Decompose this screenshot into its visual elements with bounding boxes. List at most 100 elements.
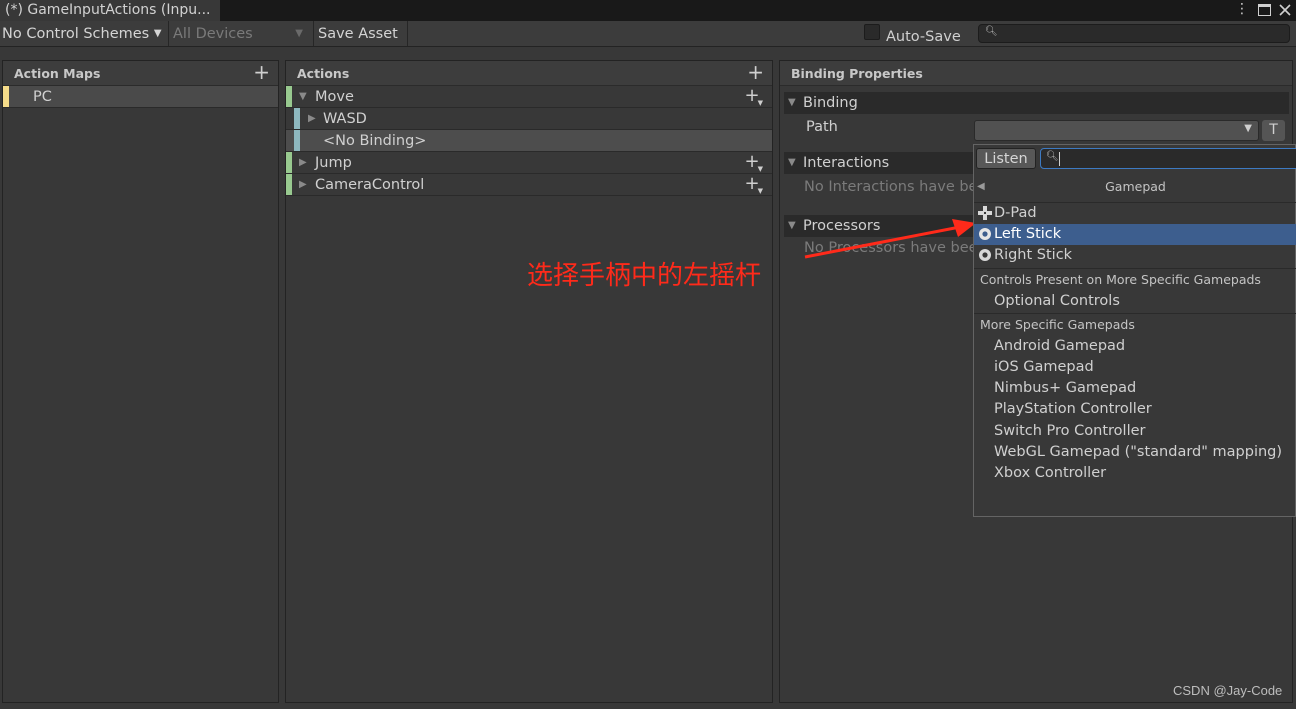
chevron-down-icon: ▼ [295, 28, 303, 39]
control-scheme-dropdown[interactable]: No Control Schemes ▼ [2, 21, 162, 46]
binding-row-no-binding[interactable]: <No Binding> [286, 130, 772, 152]
action-label: Jump [315, 155, 352, 171]
expanded-arrow-icon: ▼ [788, 220, 796, 231]
action-label: CameraControl [315, 177, 425, 193]
popup-item-label: D-Pad [994, 205, 1037, 221]
collapsed-arrow-icon[interactable]: ▶ [299, 174, 307, 196]
popup-item-left-stick[interactable]: Left Stick [974, 224, 1296, 245]
toolbar-divider [313, 21, 314, 46]
action-color-stripe [286, 152, 292, 173]
binding-properties-title: Binding Properties [791, 66, 923, 81]
popup-item-label: Right Stick [994, 247, 1073, 263]
auto-save-checkbox[interactable] [864, 24, 880, 40]
popup-category-title: Gamepad [1105, 179, 1166, 194]
popup-item-gamepad[interactable]: Nimbus+ Gamepad [974, 378, 1296, 399]
binding-label: <No Binding> [323, 133, 427, 149]
popup-item-gamepad[interactable]: Switch Pro Controller [974, 421, 1296, 442]
collapsed-arrow-icon[interactable]: ▶ [308, 108, 316, 130]
expanded-arrow-icon: ▼ [788, 97, 796, 108]
popup-search-input[interactable]: 🔍︎ [1040, 148, 1296, 169]
stick-icon [978, 245, 992, 269]
popup-item-label: PlayStation Controller [994, 401, 1152, 417]
popup-item-gamepad[interactable]: Xbox Controller [974, 463, 1296, 484]
popup-group-title: Controls Present on More Specific Gamepa… [980, 272, 1261, 287]
popup-item-gamepad[interactable]: iOS Gamepad [974, 357, 1296, 378]
listen-button[interactable]: Listen [976, 148, 1036, 169]
popup-divider [974, 313, 1296, 314]
search-icon: 🔍︎ [985, 26, 998, 37]
interactions-section-title: Interactions [803, 155, 890, 171]
popup-item-gamepad[interactable]: WebGL Gamepad ("standard" mapping) [974, 442, 1296, 463]
action-maps-panel: Action Maps + PC [2, 60, 279, 703]
actions-panel: Actions + ▼ Move +▼ ▶ WASD <No Binding> … [285, 60, 773, 703]
watermark: CSDN @Jay-Code [1173, 683, 1283, 698]
popup-group-title: More Specific Gamepads [980, 317, 1135, 332]
search-input[interactable]: 🔍︎ [978, 24, 1290, 43]
back-arrow-icon[interactable]: ◀ [977, 175, 985, 199]
action-color-stripe [286, 174, 292, 195]
action-row-camera-control[interactable]: ▶ CameraControl +▼ [286, 173, 772, 198]
action-row-move[interactable]: ▼ Move +▼ [286, 85, 772, 110]
window-tab[interactable]: (*) GameInputActions (Inpu... [0, 0, 220, 21]
maximize-icon[interactable] [1254, 0, 1274, 21]
popup-item-label: Nimbus+ Gamepad [994, 380, 1137, 396]
action-map-color-stripe [3, 86, 9, 107]
action-color-stripe [286, 86, 292, 107]
text-caret [1059, 152, 1060, 166]
popup-item-label: Android Gamepad [994, 338, 1126, 354]
path-label: Path [806, 119, 838, 135]
binding-label: WASD [323, 111, 367, 127]
action-maps-title: Action Maps [14, 66, 101, 81]
control-scheme-label: No Control Schemes [2, 26, 150, 42]
popup-item-right-stick[interactable]: Right Stick [974, 245, 1296, 266]
path-dropdown[interactable]: ▼ [974, 120, 1259, 141]
popup-item-gamepad[interactable]: PlayStation Controller [974, 399, 1296, 420]
control-path-popup: Listen 🔍︎ ◀ Gamepad D-Pad Left Stick Rig… [973, 144, 1296, 517]
popup-item-label: Left Stick [994, 226, 1062, 242]
binding-section-header[interactable]: ▼ Binding [784, 92, 1289, 114]
popup-item-label: Switch Pro Controller [994, 423, 1146, 439]
chevron-down-icon: ▼ [153, 28, 162, 39]
chevron-down-icon: ▼ [1244, 123, 1252, 134]
popup-item-optional-controls[interactable]: Optional Controls [974, 291, 1296, 312]
close-icon[interactable] [1275, 0, 1295, 21]
devices-dropdown[interactable]: All Devices ▼ [173, 21, 308, 46]
popup-item-label: Optional Controls [994, 293, 1120, 309]
toolbar-divider [168, 21, 169, 46]
annotation-text: 选择手柄中的左摇杆 [527, 261, 762, 291]
text-mode-button[interactable]: T [1262, 120, 1285, 141]
add-binding-icon[interactable]: +▼ [745, 85, 765, 110]
action-label: Move [315, 89, 354, 105]
save-asset-button[interactable]: Save Asset [318, 21, 398, 46]
binding-properties-header: Binding Properties [780, 61, 1292, 86]
actions-header: Actions + [286, 60, 772, 86]
popup-item-gamepad[interactable]: Android Gamepad [974, 336, 1296, 357]
binding-color-stripe [294, 130, 300, 151]
popup-item-label: WebGL Gamepad ("standard" mapping) [994, 444, 1283, 460]
kebab-menu-icon[interactable]: ⋮ [1232, 0, 1252, 21]
add-action-map-button[interactable]: + [253, 60, 270, 85]
action-maps-header: Action Maps + [3, 60, 278, 86]
devices-label: All Devices [173, 26, 253, 42]
window-tab-bar: (*) GameInputActions (Inpu... ⋮ [0, 0, 1296, 21]
action-map-item[interactable]: PC [3, 86, 278, 108]
popup-item-dpad[interactable]: D-Pad [974, 203, 1296, 224]
popup-divider [974, 268, 1296, 269]
binding-row-wasd[interactable]: ▶ WASD [286, 108, 772, 130]
binding-section-title: Binding [803, 95, 858, 111]
search-icon: 🔍︎ [1046, 151, 1059, 162]
binding-color-stripe [294, 108, 300, 129]
toolbar: No Control Schemes ▼ All Devices ▼ Save … [0, 21, 1296, 47]
add-action-button[interactable]: + [747, 60, 764, 85]
action-row-jump[interactable]: ▶ Jump +▼ [286, 151, 772, 174]
popup-item-label: Xbox Controller [994, 465, 1107, 481]
action-map-label: PC [33, 89, 52, 105]
expanded-arrow-icon: ▼ [788, 157, 796, 168]
expanded-arrow-icon[interactable]: ▼ [299, 86, 307, 108]
interactions-empty-text: No Interactions have be [804, 179, 978, 195]
popup-category-header: ◀ Gamepad [974, 175, 1296, 203]
actions-title: Actions [297, 66, 350, 81]
auto-save-label: Auto-Save [886, 29, 961, 45]
add-binding-icon[interactable]: +▼ [745, 173, 765, 198]
collapsed-arrow-icon[interactable]: ▶ [299, 152, 307, 174]
